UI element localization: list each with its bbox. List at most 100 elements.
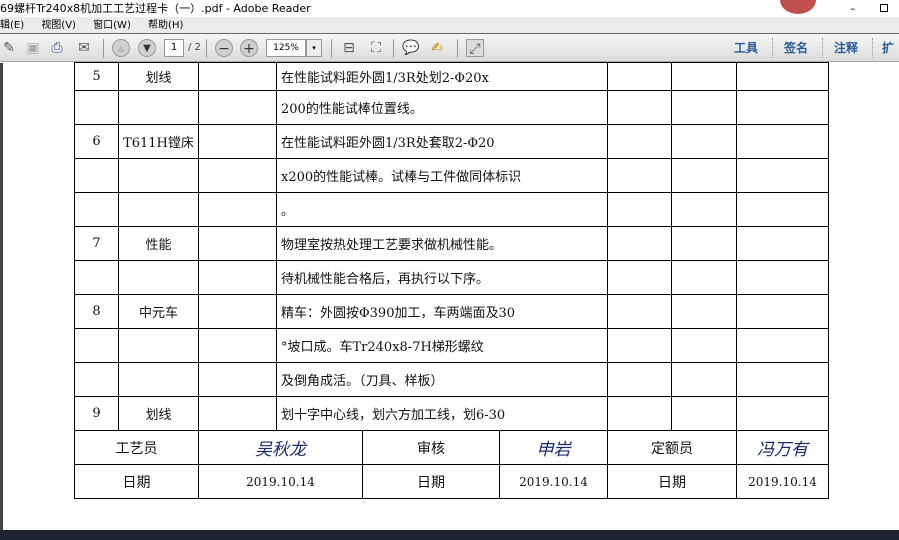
divider [393, 39, 394, 58]
operation-name [118, 158, 199, 193]
quota-label: 定额员 [607, 430, 737, 465]
divider [103, 39, 104, 58]
empty-cell [671, 62, 737, 91]
date-value: 2019.10.14 [198, 464, 363, 499]
step-number [74, 158, 119, 193]
operation-name: 性能 [118, 226, 199, 261]
table-row: 9 划线 划十字中心线，划六方加工线，划6-30 [74, 396, 829, 431]
date-value: 2019.10.14 [499, 464, 608, 499]
craftsman-signature: 吴秋龙 [198, 430, 363, 465]
zoom-in-icon[interactable]: + [240, 39, 258, 57]
table-row: 及倒角成活。（刀具、样板） [74, 362, 829, 397]
table-row: x200的性能试棒。试棒与工件做同体标识 [74, 158, 829, 193]
page-number-input[interactable]: 1 [164, 39, 184, 57]
empty-cell [607, 90, 672, 125]
reviewer-signature: 申岩 [499, 430, 608, 465]
edit-icon[interactable]: ✎ [0, 39, 18, 57]
fullscreen-icon[interactable]: ⤢ [466, 39, 484, 57]
zoom-out-icon[interactable]: − [215, 39, 233, 57]
empty-cell [736, 396, 829, 431]
menu-window[interactable]: 窗口(W) [93, 20, 131, 31]
step-number [74, 90, 119, 125]
equipment-cell [198, 90, 277, 125]
date-label: 日期 [74, 464, 199, 499]
process-description: 200的性能试棒位置线。 [276, 90, 608, 125]
table-row: 200的性能试棒位置线。 [74, 90, 829, 125]
equipment-cell [198, 158, 277, 193]
title-bar: 69螺杆Tr240x8机加工工艺过程卡（一）.pdf - Adobe Reade… [0, 0, 899, 17]
empty-cell [736, 124, 829, 159]
sign-link[interactable]: 签名 [784, 39, 808, 57]
table-row: 8 中元车 精车：外圆按Φ390加工，车两端面及30 [74, 294, 829, 329]
empty-cell [607, 260, 672, 295]
quota-signature: 冯万有 [736, 430, 829, 465]
divider [872, 38, 873, 58]
tools-link[interactable]: 工具 [734, 39, 758, 57]
table-row: 6 T611H镗床 在性能试料距外圆1/3R处套取2-Φ20 [74, 124, 829, 159]
equipment-cell [198, 362, 277, 397]
highlight-icon[interactable]: ✍ [428, 39, 446, 57]
step-number [74, 328, 119, 363]
save-icon[interactable]: ▣ [24, 39, 42, 57]
empty-cell [607, 192, 672, 227]
date-label: 日期 [362, 464, 500, 499]
step-number: 5 [74, 62, 119, 91]
empty-cell [736, 226, 829, 261]
empty-cell [671, 124, 737, 159]
empty-cell [736, 90, 829, 125]
step-number: 6 [74, 124, 119, 159]
menu-view[interactable]: 视图(V) [41, 20, 76, 31]
empty-cell [736, 362, 829, 397]
step-number: 7 [74, 226, 119, 261]
minimize-button[interactable]: – [850, 0, 856, 17]
empty-cell [607, 158, 672, 193]
empty-cell [671, 294, 737, 329]
process-description: 物理室按热处理工艺要求做机械性能。 [276, 226, 608, 261]
empty-cell [736, 294, 829, 329]
equipment-cell [198, 328, 277, 363]
maximize-button[interactable] [880, 4, 888, 12]
empty-cell [736, 62, 829, 91]
operation-name [118, 260, 199, 295]
previous-page-icon[interactable]: ▲ [112, 39, 130, 57]
operation-name [118, 362, 199, 397]
comment-icon[interactable]: 💬 [402, 39, 420, 57]
equipment-cell [198, 260, 277, 295]
menu-edit[interactable]: 辑(E) [0, 20, 24, 31]
empty-cell [607, 226, 672, 261]
process-description: 在性能试料距外圆1/3R处套取2-Φ20 [276, 124, 608, 159]
process-description: °坡口成。车Tr240x8-7H梯形螺纹 [276, 328, 608, 363]
print-icon[interactable]: ⎙ [48, 39, 66, 57]
zoom-input[interactable]: 125% [266, 39, 306, 57]
divider [331, 39, 332, 58]
comment-link[interactable]: 注释 [834, 39, 858, 57]
email-icon[interactable]: ✉ [75, 39, 93, 57]
process-description: 。 [276, 192, 608, 227]
snapshot-icon[interactable] [780, 0, 816, 14]
operation-name [118, 90, 199, 125]
process-description: 及倒角成活。（刀具、样板） [276, 362, 608, 397]
fit-page-icon[interactable]: ⛶ [367, 39, 385, 57]
date-row: 日期 2019.10.14 日期 2019.10.14 日期 2019.10.1… [74, 464, 829, 499]
extend-link[interactable]: 扩 [882, 39, 894, 57]
process-description: 在性能试料距外圆1/3R处划2-Φ20x [276, 62, 608, 91]
empty-cell [607, 124, 672, 159]
menu-help[interactable]: 帮助(H) [148, 20, 183, 31]
empty-cell [607, 328, 672, 363]
empty-cell [671, 226, 737, 261]
empty-cell [736, 260, 829, 295]
operation-name [118, 192, 199, 227]
table-row: 5 划线 在性能试料距外圆1/3R处划2-Φ20x [74, 62, 829, 91]
zoom-dropdown-chevron-icon[interactable]: ▾ [306, 39, 322, 57]
empty-cell [671, 158, 737, 193]
equipment-cell [198, 294, 277, 329]
divider [822, 38, 823, 58]
next-page-icon[interactable]: ▼ [138, 39, 156, 57]
date-value: 2019.10.14 [736, 464, 829, 499]
empty-cell [671, 260, 737, 295]
equipment-cell [198, 226, 277, 261]
divider [772, 38, 773, 58]
step-number [74, 260, 119, 295]
fit-width-icon[interactable]: ⊟ [340, 39, 358, 57]
empty-cell [607, 362, 672, 397]
